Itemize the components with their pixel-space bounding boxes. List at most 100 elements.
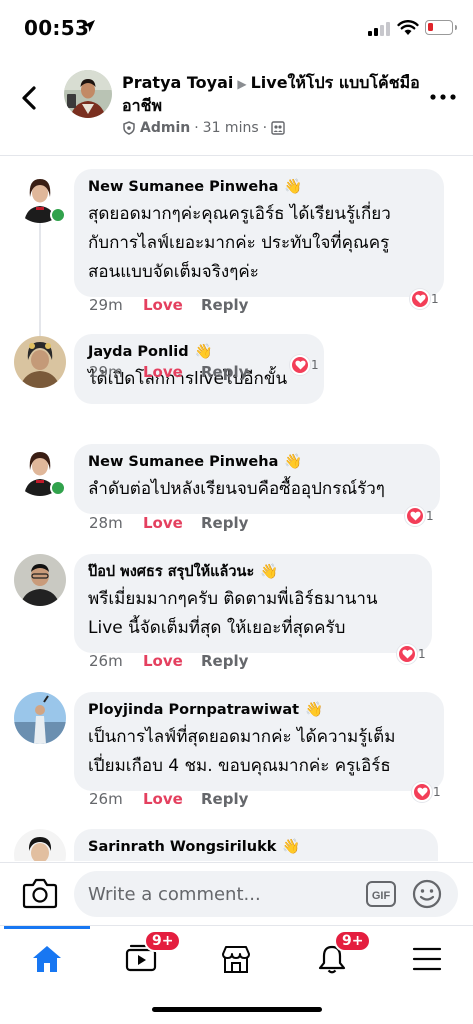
love-button[interactable]: Love — [143, 790, 201, 808]
nav-menu[interactable] — [397, 936, 457, 982]
comment-actions: 28m Love Reply — [89, 514, 248, 532]
commenter-name[interactable]: Jayda Ponlid — [88, 342, 189, 362]
menu-icon — [412, 947, 442, 971]
comment-text-line: Live นี้จัดเต็มที่สุด ให้เยอะที่สุดครับ — [88, 618, 346, 638]
heart-reaction-icon — [410, 289, 430, 309]
status-bar: 00:53 — [0, 0, 473, 56]
love-button[interactable]: Love — [143, 652, 201, 670]
comment-text-line: สุดยอดมากๆค่ะคุณครูเอิร์ธ ได้เรียนรู้เกี… — [88, 204, 391, 224]
comment-time[interactable]: 26m — [89, 652, 143, 670]
commenter-avatar[interactable] — [14, 336, 66, 388]
location-arrow-icon — [83, 20, 95, 32]
meta-separator: · — [194, 120, 199, 136]
heart-reaction-icon — [397, 644, 417, 664]
comment-actions: 29m Love Reply — [89, 296, 248, 314]
reply-button[interactable]: Reply — [201, 652, 248, 670]
wave-icon: 👋 — [194, 344, 213, 360]
reaction-count[interactable]: 1 — [397, 644, 426, 664]
online-status-indicator — [50, 480, 66, 496]
cellular-signal-icon — [368, 22, 390, 36]
reply-button[interactable]: Reply — [201, 363, 248, 381]
comment-input-placeholder: Write a comment... — [88, 883, 261, 905]
comment-bubble[interactable]: New Sumanee Pinweha 👋 สุดยอดมากๆค่ะคุณครู… — [74, 169, 444, 297]
members-icon — [271, 121, 285, 135]
comment-time[interactable]: 26m — [89, 790, 143, 808]
comment-text-line: พรีเมี่ยมมากๆครับ ติดตามพี่เอิร์ธมานาน — [88, 589, 378, 609]
comment-text-line: ลำดับต่อไปหลังเรียนจบคือซื้ออุปกรณ์รัวๆ — [88, 479, 385, 499]
reaction-number: 1 — [418, 647, 426, 661]
camera-icon[interactable] — [22, 877, 58, 909]
comment-time[interactable]: 28m — [89, 514, 143, 532]
reaction-number: 1 — [311, 358, 319, 372]
heart-reaction-icon — [412, 782, 432, 802]
meta-separator: · — [262, 120, 268, 136]
wave-icon: 👋 — [260, 564, 279, 580]
watch-badge: 9+ — [144, 930, 182, 952]
back-arrow-icon[interactable] — [14, 82, 46, 114]
commenter-name[interactable]: Sarinrath Wongsirilukk — [88, 837, 276, 857]
comment-text-line: กับการไลฟ์เยอะมากค่ะ ประทับใจที่คุณครู — [88, 233, 390, 253]
wave-icon: 👋 — [282, 839, 301, 855]
love-button[interactable]: Love — [143, 363, 201, 381]
more-options-icon[interactable] — [430, 92, 456, 102]
comment-bubble[interactable]: ป๊อป พงศธร สรุปให้แล้วนะ 👋 พรีเมี่ยมมากๆค… — [74, 554, 432, 653]
reaction-count[interactable]: 1 — [410, 289, 439, 309]
comment-input[interactable]: Write a comment... — [74, 871, 458, 917]
commenter-avatar[interactable] — [14, 829, 66, 861]
reaction-count[interactable]: 1 — [290, 355, 319, 375]
gif-icon[interactable]: GIF — [366, 881, 396, 907]
post-header: Pratya Toyai ▶ Liveให้โปร แบบโค้ชมืออาชีพ … — [0, 56, 473, 156]
commenter-avatar[interactable] — [14, 692, 66, 744]
active-tab-indicator — [4, 926, 90, 929]
comment-text: ลำดับต่อไปหลังเรียนจบคือซื้ออุปกรณ์รัวๆ — [88, 475, 426, 504]
reaction-number: 1 — [426, 509, 434, 523]
comment-bubble[interactable]: Sarinrath Wongsirilukk 👋 — [74, 829, 438, 861]
commenter-name[interactable]: New Sumanee Pinweha — [88, 452, 278, 472]
comments-list: New Sumanee Pinweha 👋 สุดยอดมากๆค่ะคุณครู… — [0, 157, 473, 861]
post-meta: Admin · 31 mins · — [122, 120, 285, 136]
post-title[interactable]: Pratya Toyai ▶ Liveให้โปร แบบโค้ชมืออาชีพ — [122, 72, 422, 117]
love-button[interactable]: Love — [143, 296, 201, 314]
comment-text-line: สอนแบบจัดเต็มจริงๆค่ะ — [88, 262, 259, 282]
commenter-name[interactable]: New Sumanee Pinweha — [88, 177, 278, 197]
comment-actions: 26m Love Reply — [89, 652, 248, 670]
commenter-name[interactable]: ป๊อป พงศธร สรุปให้แล้วนะ — [88, 562, 254, 582]
comment-composer: Write a comment... GIF — [0, 862, 473, 924]
admin-shield-icon — [123, 121, 135, 135]
author-name[interactable]: Pratya Toyai — [122, 73, 233, 92]
commenter-avatar[interactable] — [14, 554, 66, 606]
home-icon — [33, 946, 61, 972]
home-indicator[interactable] — [152, 1007, 322, 1012]
comment-time[interactable]: 29m — [89, 296, 143, 314]
wave-icon: 👋 — [284, 454, 303, 470]
reply-button[interactable]: Reply — [201, 514, 248, 532]
heart-reaction-icon — [405, 506, 425, 526]
author-avatar[interactable] — [64, 70, 112, 118]
nav-home[interactable] — [17, 936, 77, 982]
thread-line — [39, 223, 41, 343]
love-button[interactable]: Love — [143, 514, 201, 532]
comment-bubble[interactable]: Ployjinda Pornpatrawiwat 👋 เป็นการไลฟ์ที่… — [74, 692, 444, 791]
emoji-icon[interactable] — [412, 879, 442, 909]
comment-text: พรีเมี่ยมมากๆครับ ติดตามพี่เอิร์ธมานาน L… — [88, 585, 418, 643]
triangle-right-icon: ▶ — [237, 77, 247, 91]
comment-text-line: เป็นการไลฟ์ที่สุดยอดมากค่ะ ได้ความรู้เต็… — [88, 727, 396, 747]
reaction-count[interactable]: 1 — [412, 782, 441, 802]
reaction-count[interactable]: 1 — [405, 506, 434, 526]
reply-button[interactable]: Reply — [201, 296, 248, 314]
gif-label: GIF — [372, 890, 391, 902]
comment-text-line: เปี่ยมเกือบ 4 ชม. ขอบคุณมากค่ะ ครูเอิร์ธ — [88, 756, 391, 776]
reaction-number: 1 — [433, 785, 441, 799]
comment-time[interactable]: 29m — [89, 363, 143, 381]
marketplace-icon — [222, 946, 250, 973]
comment-text: สุดยอดมากๆค่ะคุณครูเอิร์ธ ได้เรียนรู้เกี… — [88, 200, 430, 287]
reply-button[interactable]: Reply — [201, 790, 248, 808]
admin-label: Admin — [140, 120, 191, 136]
nav-marketplace[interactable] — [206, 936, 266, 982]
heart-reaction-icon — [290, 355, 310, 375]
wifi-icon — [397, 20, 419, 35]
comment-text: เป็นการไลฟ์ที่สุดยอดมากค่ะ ได้ความรู้เต็… — [88, 723, 430, 781]
comment-bubble[interactable]: New Sumanee Pinweha 👋 ลำดับต่อไปหลังเรียน… — [74, 444, 440, 514]
battery-icon — [425, 20, 457, 35]
commenter-name[interactable]: Ployjinda Pornpatrawiwat — [88, 700, 299, 720]
